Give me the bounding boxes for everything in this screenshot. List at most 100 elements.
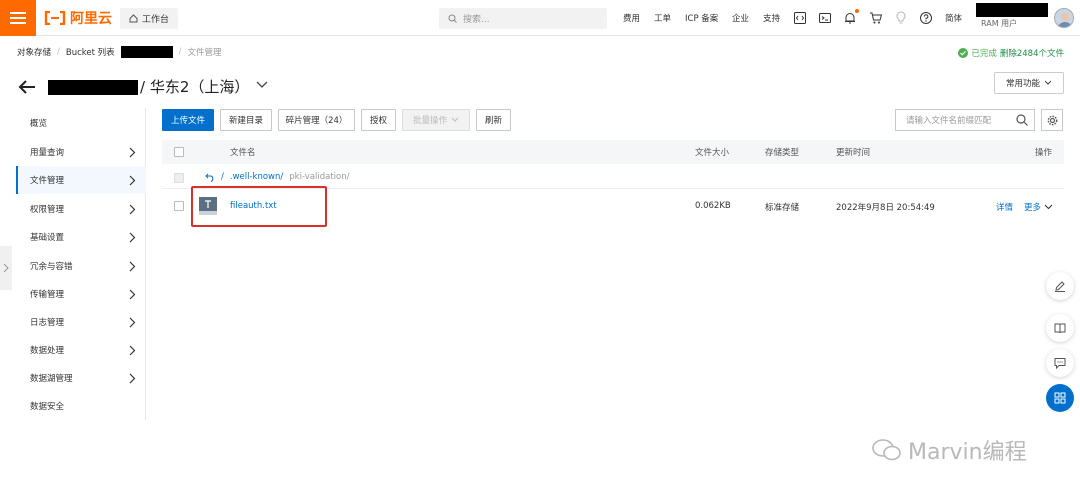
column-header-storage: 存储类型	[765, 148, 800, 158]
path-row-checkbox	[174, 173, 184, 183]
sidebar-item[interactable]: 数据湖管理	[16, 364, 146, 392]
status-deleted-text: 删除2484个文件	[999, 49, 1064, 59]
chevron-right-icon	[129, 317, 136, 327]
task-status[interactable]: 已完成 删除2484个文件	[958, 47, 1064, 59]
workbench-button[interactable]: 工作台	[120, 8, 178, 29]
column-header-actions: 操作	[1035, 148, 1053, 158]
column-header-updated[interactable]: 更新时间	[836, 140, 870, 164]
grid-icon	[1054, 392, 1066, 404]
new-directory-label: 新建目录	[228, 116, 263, 126]
aliyun-logo[interactable]: 阿里云	[44, 8, 112, 28]
pencil-icon	[1055, 281, 1065, 292]
terminal-icon[interactable]	[818, 11, 832, 25]
back-arrow-icon[interactable]	[17, 77, 37, 97]
chevron-right-icon	[129, 373, 136, 383]
watermark: Marvin编程	[872, 434, 1027, 466]
sidebar-item[interactable]: 数据处理	[16, 336, 146, 364]
global-search-input[interactable]: 搜索...	[439, 8, 607, 29]
upload-file-label: 上传文件	[170, 116, 205, 126]
avatar[interactable]	[1054, 8, 1074, 28]
edit-float-button[interactable]	[1046, 272, 1074, 300]
sidebar-item[interactable]: 日志管理	[16, 308, 146, 336]
path-dir-link[interactable]: .well-known/	[230, 172, 283, 182]
breadcrumb-current: 文件管理	[187, 48, 222, 58]
fragment-management-button[interactable]: 碎片管理（24）	[278, 109, 355, 131]
path-root-link[interactable]: /	[221, 172, 224, 182]
sidebar-item[interactable]: 权限管理	[16, 195, 146, 223]
sidebar-item[interactable]: 基础设置	[16, 223, 146, 251]
username-redacted	[976, 3, 1048, 17]
breadcrumb-oss[interactable]: 对象存储	[17, 46, 51, 58]
lightbulb-icon[interactable]	[894, 11, 908, 25]
hamburger-icon	[10, 12, 26, 24]
file-updated-time: 2022年9月8日 20:54:49	[836, 203, 935, 213]
sidebar-item-label: 基础设置	[30, 233, 65, 243]
common-functions-dropdown[interactable]: 常用功能	[994, 72, 1064, 94]
language-switch[interactable]: 简体	[945, 0, 962, 36]
select-all-checkbox[interactable]	[174, 147, 184, 157]
column-header-size[interactable]: 文件大小	[695, 140, 729, 164]
cart-icon[interactable]	[869, 11, 883, 25]
nav-fees[interactable]: 费用	[623, 0, 640, 36]
search-icon[interactable]	[1016, 114, 1028, 126]
breadcrumb: 对象存储 / Bucket 列表 / 文件管理	[17, 46, 222, 58]
chat-icon	[1054, 358, 1066, 369]
sidebar-item[interactable]: 数据安全	[16, 392, 146, 420]
sidebar-item[interactable]: 概览	[16, 109, 146, 137]
sidebar-item-label: 传输管理	[30, 290, 65, 300]
sidebar-item-label: 概览	[30, 119, 48, 129]
chevron-down-icon[interactable]	[256, 80, 268, 90]
sidebar-item-label: 数据湖管理	[30, 374, 73, 384]
fragment-management-label: 碎片管理（24）	[285, 116, 348, 126]
sidebar-item[interactable]: 传输管理	[16, 280, 146, 308]
nav-tickets[interactable]: 工单	[654, 0, 671, 36]
upload-file-button[interactable]: 上传文件	[162, 109, 214, 131]
path-current-dir: pki-validation/	[289, 172, 350, 182]
sidebar-item-label: 用量查询	[30, 148, 65, 158]
breadcrumb-separator: /	[57, 47, 60, 57]
feedback-float-button[interactable]	[1046, 349, 1074, 377]
sidebar-item[interactable]: 冗余与容错	[16, 252, 146, 280]
logo-text: 阿里云	[70, 11, 112, 27]
sidebar-item-label: 文件管理	[30, 176, 65, 186]
new-directory-button[interactable]: 新建目录	[220, 109, 272, 131]
more-actions-label: 更多	[1024, 203, 1042, 213]
user-role: RAM 用户	[981, 19, 1018, 28]
chevron-down-icon	[451, 117, 459, 122]
file-size: 0.062KB	[695, 201, 731, 211]
common-functions-label: 常用功能	[1005, 79, 1040, 89]
watermark-text: Marvin编程	[908, 440, 1027, 465]
bell-icon[interactable]	[843, 11, 857, 25]
breadcrumb-bucket-list[interactable]: Bucket 列表	[66, 46, 115, 58]
nav-enterprise[interactable]: 企业	[732, 0, 749, 36]
help-icon[interactable]	[919, 11, 933, 25]
aliyun-logo-icon	[44, 11, 66, 25]
table-settings-button[interactable]	[1041, 109, 1063, 131]
sidebar-item-label: 数据处理	[30, 346, 65, 356]
menu-button[interactable]	[0, 0, 36, 36]
bucket-title-redacted	[48, 80, 138, 95]
table-row-checkbox[interactable]	[174, 201, 184, 211]
chevron-right-icon	[129, 204, 136, 214]
authorize-button[interactable]: 授权	[361, 109, 396, 131]
bucket-name-redacted	[120, 46, 173, 58]
apps-float-button[interactable]	[1046, 384, 1074, 412]
nav-icp[interactable]: ICP 备案	[685, 0, 718, 36]
docs-float-button[interactable]	[1046, 314, 1074, 342]
return-icon[interactable]	[205, 173, 215, 182]
breadcrumb-separator: /	[178, 47, 182, 57]
refresh-button[interactable]: 刷新	[476, 109, 511, 131]
sidebar-item[interactable]: 用量查询	[16, 138, 146, 166]
more-actions-dropdown[interactable]: 更多	[1024, 201, 1053, 213]
sidebar-item[interactable]: 文件管理	[16, 166, 146, 194]
sidebar-item-label: 数据安全	[30, 402, 65, 412]
chevron-right-icon	[129, 175, 136, 185]
global-search-placeholder: 搜索...	[463, 15, 490, 25]
file-table-header: 文件名 文件大小 存储类型 更新时间 操作	[162, 140, 1064, 164]
chevron-right-icon	[129, 232, 136, 242]
batch-operations-button[interactable]: 批量操作	[402, 109, 470, 131]
code-icon[interactable]	[793, 11, 807, 25]
file-search-input[interactable]: 请输入文件名前缀匹配	[895, 109, 1035, 131]
nav-support[interactable]: 支持	[763, 0, 780, 36]
detail-link[interactable]: 详情	[996, 201, 1013, 213]
